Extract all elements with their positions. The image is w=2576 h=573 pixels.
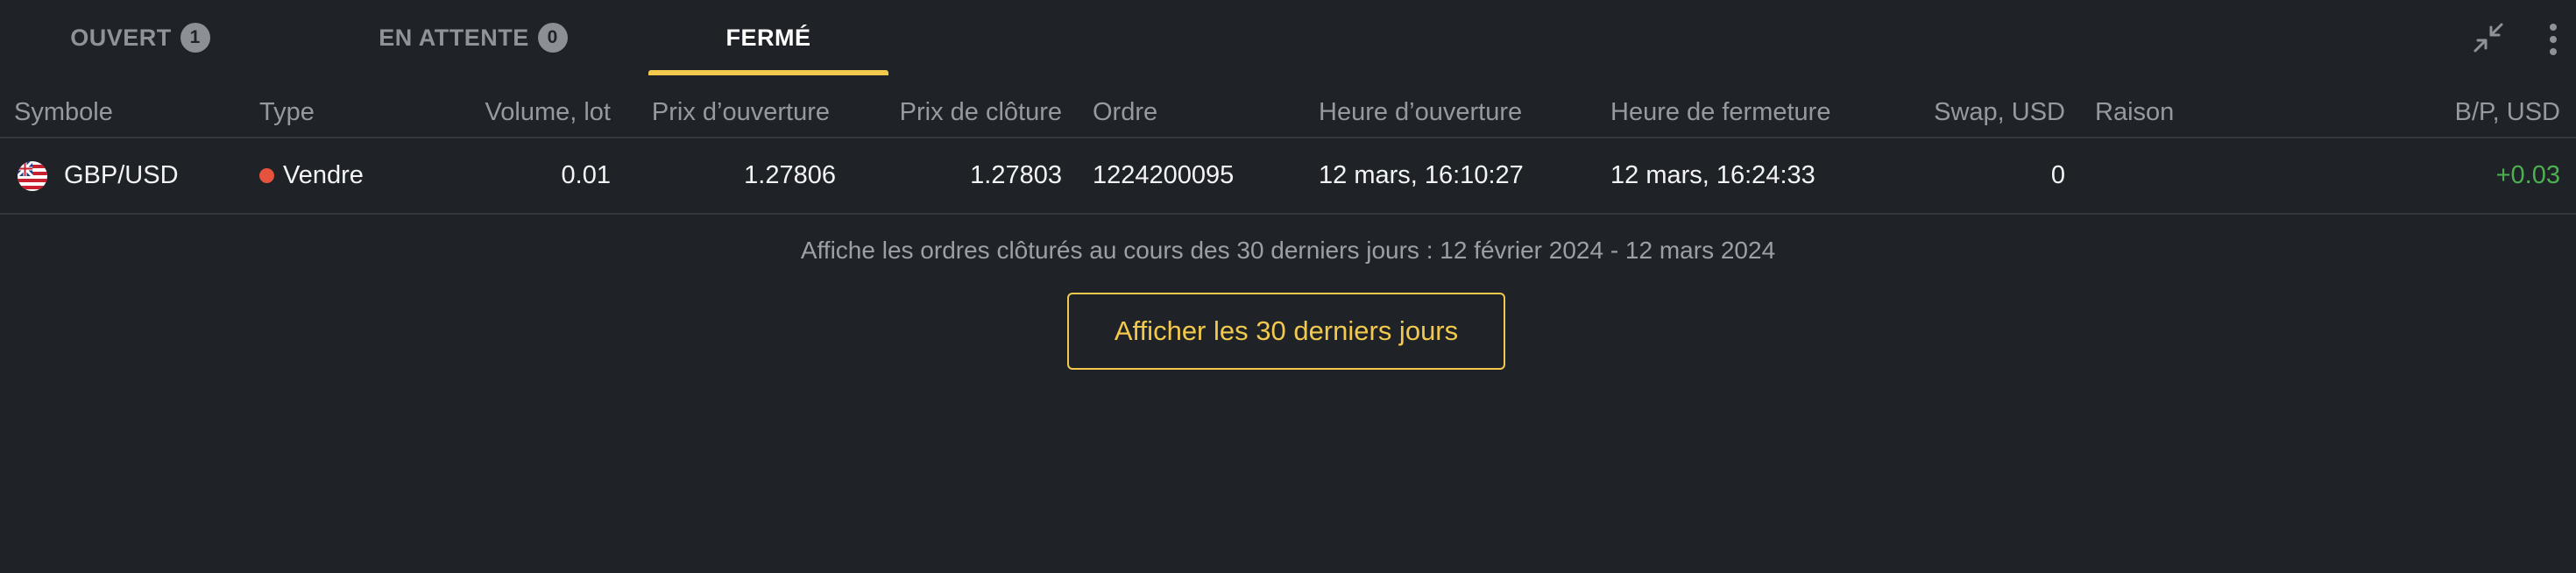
col-header-order[interactable]: Ordre [1093, 88, 1157, 137]
tab-closed[interactable]: FERMÉ [648, 0, 888, 75]
tab-open-count-badge: 1 [180, 23, 210, 53]
symbol-text: GBP/USD [64, 161, 179, 189]
active-tab-indicator [648, 70, 888, 75]
cell-volume: 0.01 [561, 161, 611, 189]
show-last-30-days-button[interactable]: Afficher les 30 derniers jours [1067, 293, 1505, 370]
cell-open-time: 12 mars, 16:10:27 [1319, 161, 1524, 189]
cell-close-price: 1.27803 [970, 161, 1062, 189]
type-text: Vendre [283, 161, 364, 189]
cell-close-time: 12 mars, 16:24:33 [1610, 161, 1815, 189]
table-row[interactable]: GBP/USD Vendre 0.01 1.27806 1.27803 1224… [0, 138, 2576, 215]
col-header-open-price[interactable]: Prix d’ouverture [652, 88, 830, 137]
tab-bar: OUVERT 1 EN ATTENTE 0 FERMÉ [0, 0, 2576, 75]
col-header-reason[interactable]: Raison [2095, 88, 2174, 137]
sell-indicator-dot [259, 168, 274, 183]
col-header-type[interactable]: Type [259, 88, 315, 137]
collapse-icon[interactable] [2473, 22, 2504, 53]
col-header-pnl[interactable]: B/P, USD [2455, 88, 2560, 137]
table-header-row: Symbole Type Volume, lot Prix d’ouvertur… [0, 88, 2576, 138]
tab-pending-label: EN ATTENTE [379, 24, 529, 51]
gbp-usd-flag-icon [18, 160, 47, 191]
cell-type: Vendre [259, 138, 364, 213]
tab-pending-count-badge: 0 [537, 23, 568, 53]
history-range-note: Affiche les ordres clôturés au cours des… [800, 237, 1776, 264]
tab-open[interactable]: OUVERT 1 [53, 0, 228, 75]
col-header-close-price[interactable]: Prix de clôture [900, 88, 1062, 137]
col-header-open-time[interactable]: Heure d’ouverture [1319, 88, 1522, 137]
cell-symbol: GBP/USD [18, 138, 179, 213]
cell-open-price: 1.27806 [744, 161, 836, 189]
cell-pnl: +0.03 [2495, 161, 2560, 189]
col-header-volume[interactable]: Volume, lot [485, 88, 611, 137]
col-header-close-time[interactable]: Heure de fermeture [1610, 88, 1830, 137]
col-header-symbol[interactable]: Symbole [14, 88, 113, 137]
tab-closed-label: FERMÉ [725, 24, 811, 51]
tab-pending[interactable]: EN ATTENTE 0 [372, 0, 574, 75]
tab-open-label: OUVERT [70, 24, 172, 51]
col-header-swap[interactable]: Swap, USD [1934, 88, 2065, 137]
more-vertical-icon[interactable] [2541, 22, 2565, 57]
cell-order: 1224200095 [1093, 161, 1235, 189]
closed-orders-table: Symbole Type Volume, lot Prix d’ouvertur… [0, 88, 2576, 215]
cell-swap: 0 [2050, 161, 2065, 189]
